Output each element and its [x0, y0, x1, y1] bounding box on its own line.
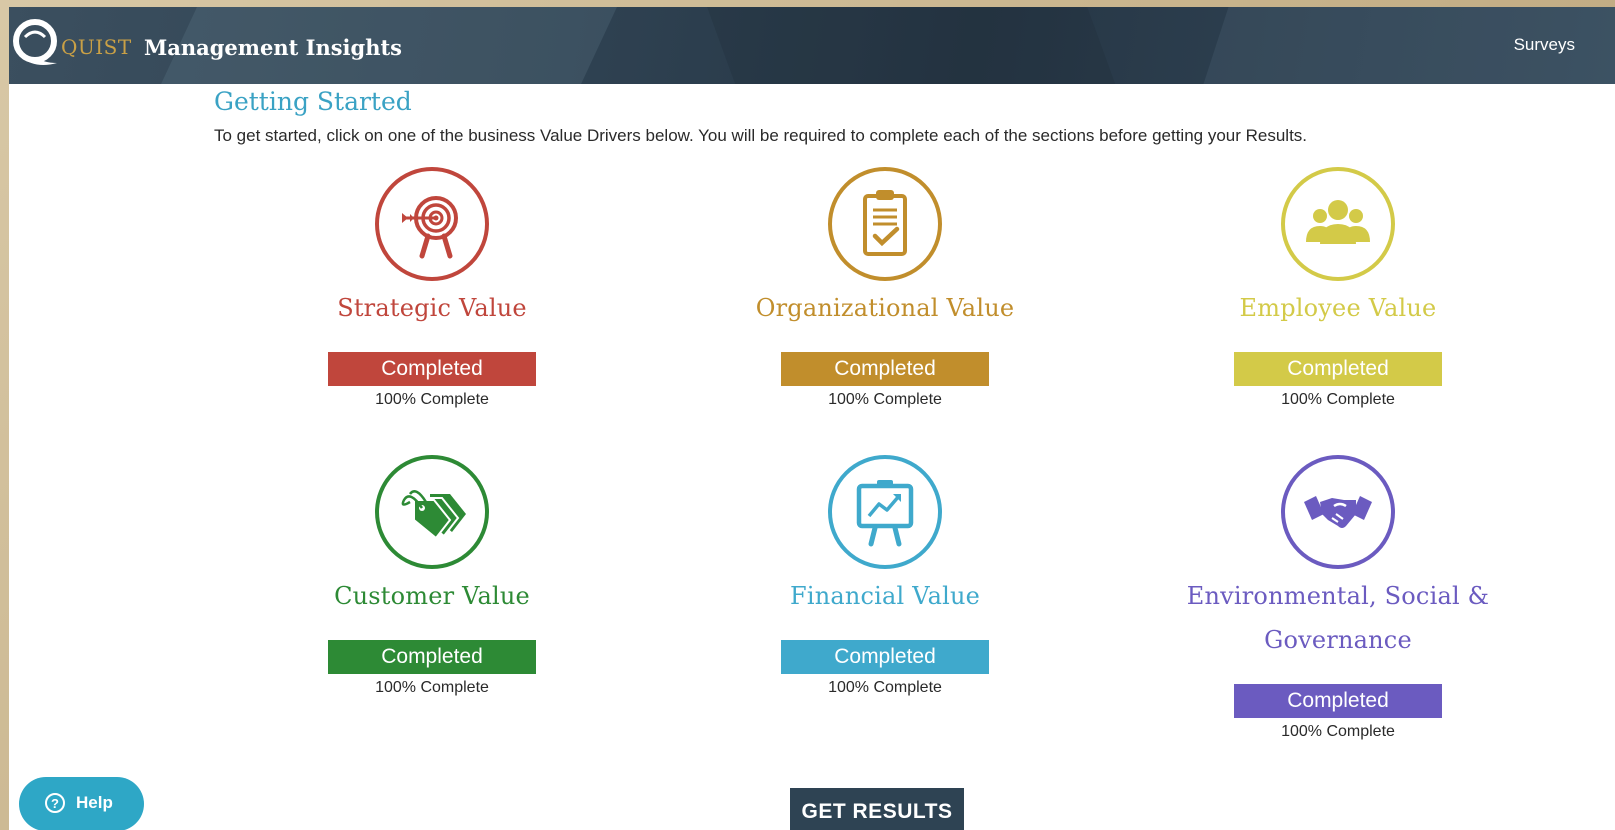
driver-icon-ring[interactable]: [1281, 167, 1395, 281]
progress-text: 100% Complete: [1281, 391, 1395, 408]
driver-title[interactable]: Environmental, Social & Governance: [1178, 574, 1498, 662]
driver-title[interactable]: Organizational Value: [725, 286, 1045, 330]
progress-text: 100% Complete: [375, 679, 489, 696]
driver-title[interactable]: Customer Value: [272, 574, 592, 618]
progress-text: 100% Complete: [828, 679, 942, 696]
driver-card-financial-value[interactable]: Financial Value Completed 100% Complete: [725, 455, 1045, 697]
app-title[interactable]: Management Insights: [144, 35, 402, 60]
driver-card-employee-value[interactable]: Employee Value Completed 100% Complete: [1178, 167, 1498, 409]
question-mark-icon: ?: [45, 793, 65, 813]
nav-link-surveys[interactable]: Surveys: [1514, 35, 1575, 55]
handshake-icon: [1304, 496, 1372, 528]
status-completed-button[interactable]: Completed: [781, 640, 989, 674]
top-navigation-bar: QUIST Management Insights Surveys: [9, 7, 1615, 84]
price-tags-icon: [401, 490, 466, 540]
progress-text: 100% Complete: [375, 391, 489, 408]
target-icon: [402, 196, 458, 259]
driver-card-strategic-value[interactable]: Strategic Value Completed 100% Complete: [272, 167, 592, 409]
driver-title[interactable]: Financial Value: [725, 574, 1045, 618]
status-completed-button[interactable]: Completed: [328, 352, 536, 386]
page-title: Getting Started: [214, 87, 412, 116]
progress-text: 100% Complete: [1281, 723, 1395, 740]
help-label: Help: [76, 793, 113, 812]
driver-title[interactable]: Employee Value: [1178, 286, 1498, 330]
clipboard-icon: [863, 190, 907, 256]
help-button[interactable]: ? Help: [19, 777, 144, 830]
driver-icon-ring[interactable]: [375, 455, 489, 569]
status-completed-button[interactable]: Completed: [1234, 352, 1442, 386]
progress-text: 100% Complete: [828, 391, 942, 408]
driver-title[interactable]: Strategic Value: [272, 286, 592, 330]
status-completed-button[interactable]: Completed: [781, 352, 989, 386]
driver-card-customer-value[interactable]: Customer Value Completed 100% Complete: [272, 455, 592, 697]
get-results-button[interactable]: GET RESULTS: [790, 788, 964, 830]
logo-text: QUIST: [61, 35, 132, 59]
page: QUIST Management Insights Surveys Gettin…: [9, 7, 1615, 830]
intro-text: To get started, click on one of the busi…: [214, 126, 1308, 145]
driver-icon-ring[interactable]: [1281, 455, 1395, 569]
driver-card-esg[interactable]: Environmental, Social & Governance Compl…: [1178, 455, 1498, 741]
driver-icon-ring[interactable]: [828, 167, 942, 281]
status-completed-button[interactable]: Completed: [328, 640, 536, 674]
driver-card-organizational-value[interactable]: Organizational Value Completed 100% Comp…: [725, 167, 1045, 409]
driver-icon-ring[interactable]: [828, 455, 942, 569]
driver-icon-ring[interactable]: [375, 167, 489, 281]
status-completed-button[interactable]: Completed: [1234, 684, 1442, 718]
quist-logo-icon[interactable]: [13, 19, 59, 71]
presentation-board-icon: [856, 480, 914, 547]
people-icon: [1306, 200, 1370, 244]
